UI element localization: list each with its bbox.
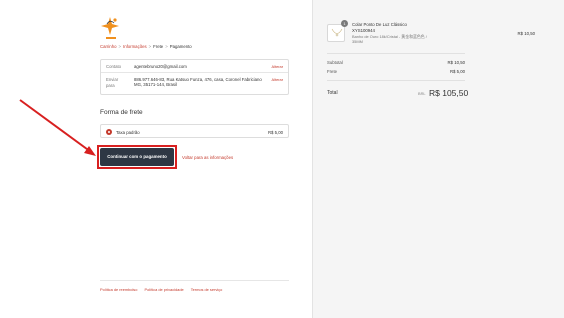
contact-label: Contato: [106, 64, 122, 69]
breadcrumb-information[interactable]: Informações: [123, 44, 147, 49]
contact-value: agentebruno20@gmail.com: [134, 64, 187, 69]
shipping-option[interactable]: Taxa padrão R$ 5,00: [100, 124, 289, 138]
footer-divider: [100, 280, 289, 281]
footer-links: Política de reembolso Política de privac…: [100, 287, 228, 292]
breadcrumb-shipping: Frete: [153, 44, 164, 49]
change-contact-link[interactable]: Alterar: [272, 64, 283, 69]
store-logo-icon[interactable]: [101, 15, 121, 43]
refund-policy-link[interactable]: Política de reembolso: [100, 287, 137, 292]
back-to-information-link[interactable]: Voltar para as informações: [182, 155, 233, 160]
product-price: R$ 10,50: [517, 31, 535, 36]
summary-divider: [327, 80, 465, 81]
total-value: R$ 105,50: [429, 88, 469, 98]
summary-divider: [327, 53, 465, 54]
ship-to-value: 886.977.646-83, Rua Katsuo Funza, 476, c…: [134, 77, 262, 88]
review-info-box: Contato agentebruno20@gmail.com Alterar …: [100, 59, 289, 95]
breadcrumb: Carrinho > Informações > Frete > Pagamento: [100, 44, 192, 49]
breadcrumb-cart[interactable]: Carrinho: [100, 44, 116, 49]
contact-row: Contato agentebruno20@gmail.com Alterar: [101, 60, 288, 73]
total-currency: BRL: [418, 91, 426, 96]
product-sku: XYS100944: [352, 28, 375, 33]
product-name: Colar Ponto De Luz Clássico: [352, 22, 407, 27]
total-label: Total: [327, 90, 338, 96]
shipping-method-name: Taxa padrão: [116, 129, 140, 135]
ship-to-label: Enviar para: [106, 77, 119, 88]
breadcrumb-separator: >: [148, 44, 152, 49]
checkout-main-panel: Carrinho > Informações > Frete > Pagamento Con…: [0, 0, 312, 318]
subtotal-value: R$ 10,50: [447, 60, 465, 65]
shipping-value: R$ 5,00: [449, 69, 465, 74]
breadcrumb-separator: >: [165, 44, 168, 49]
terms-of-service-link[interactable]: Termos de serviço: [191, 287, 223, 292]
order-summary-panel: [312, 0, 564, 318]
shipping-method-title: Forma de frete: [100, 109, 143, 116]
shipping-method-price: R$ 5,00: [267, 129, 283, 135]
change-address-link[interactable]: Alterar: [272, 77, 283, 82]
shipping-radio[interactable]: [106, 129, 112, 135]
privacy-policy-link[interactable]: Política de privacidade: [145, 287, 184, 292]
quantity-badge: 1: [341, 20, 348, 27]
ship-to-row: Enviar para 886.977.646-83, Rua Katsuo F…: [101, 73, 288, 96]
breadcrumb-payment: Pagamento: [169, 44, 192, 49]
continue-to-payment-button[interactable]: Continuar com o pagamento: [100, 148, 174, 166]
shipping-label: Frete: [327, 69, 338, 74]
breadcrumb-separator: >: [118, 44, 121, 49]
product-variant: Banho de Ouro 18k/Cristal - 黄金和蓝色色 / 35M…: [352, 34, 427, 45]
subtotal-label: Subtotal: [327, 60, 343, 65]
